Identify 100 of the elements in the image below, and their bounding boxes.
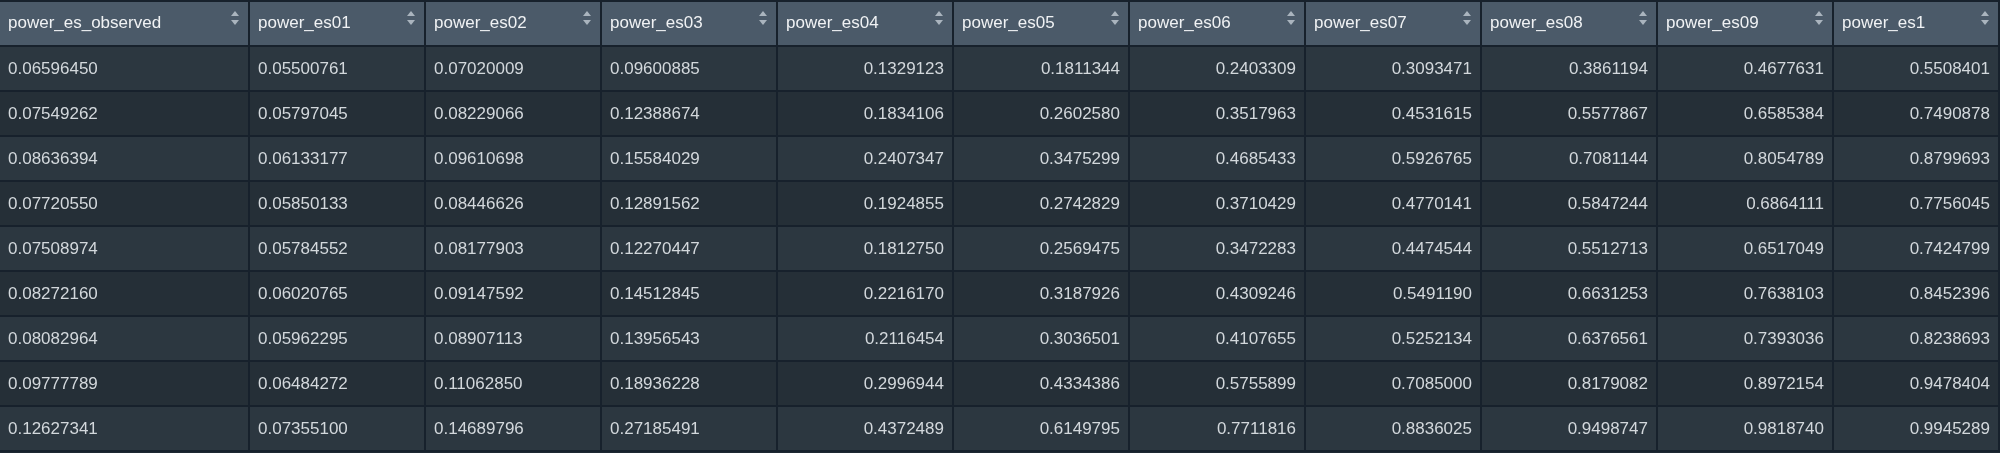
table-cell: 0.07720550: [0, 182, 250, 227]
table-cell: 0.12388674: [602, 92, 778, 137]
table-cell: 0.08082964: [0, 317, 250, 362]
table-cell: 0.4372489: [778, 407, 954, 452]
table-cell: 0.3036501: [954, 317, 1130, 362]
table-cell: 0.5512713: [1482, 227, 1658, 272]
table-cell: 0.2742829: [954, 182, 1130, 227]
table-cell: 0.2602580: [954, 92, 1130, 137]
table-cell: 0.4531615: [1306, 92, 1482, 137]
table-cell: 0.5508401: [1834, 47, 2000, 92]
table-cell: 0.14512845: [602, 272, 778, 317]
table-cell: 0.06596450: [0, 47, 250, 92]
table-cell: 0.12891562: [602, 182, 778, 227]
table-cell: 0.05850133: [250, 182, 426, 227]
table-cell: 0.5926765: [1306, 137, 1482, 182]
table-cell: 0.05962295: [250, 317, 426, 362]
table-cell: 0.3517963: [1130, 92, 1306, 137]
table-cell: 0.2116454: [778, 317, 954, 362]
sort-icon: [230, 10, 240, 26]
column-header[interactable]: power_es02: [426, 0, 602, 47]
table-cell: 0.9478404: [1834, 362, 2000, 407]
table-cell: 0.07020009: [426, 47, 602, 92]
table-cell: 0.1329123: [778, 47, 954, 92]
table-cell: 0.4677631: [1658, 47, 1834, 92]
table-cell: 0.7638103: [1658, 272, 1834, 317]
table-cell: 0.8179082: [1482, 362, 1658, 407]
column-header[interactable]: power_es07: [1306, 0, 1482, 47]
sort-icon: [1814, 10, 1824, 26]
table-cell: 0.07508974: [0, 227, 250, 272]
column-header[interactable]: power_es03: [602, 0, 778, 47]
table-cell: 0.9818740: [1658, 407, 1834, 452]
table-cell: 0.09147592: [426, 272, 602, 317]
table-cell: 0.3710429: [1130, 182, 1306, 227]
sort-icon: [1110, 10, 1120, 26]
table-cell: 0.7424799: [1834, 227, 2000, 272]
table-cell: 0.3861194: [1482, 47, 1658, 92]
table-cell: 0.7081144: [1482, 137, 1658, 182]
table-cell: 0.7756045: [1834, 182, 2000, 227]
table-cell: 0.09600885: [602, 47, 778, 92]
table-cell: 0.4309246: [1130, 272, 1306, 317]
column-header[interactable]: power_es06: [1130, 0, 1306, 47]
table-cell: 0.4685433: [1130, 137, 1306, 182]
table-cell: 0.5847244: [1482, 182, 1658, 227]
table-cell: 0.1812750: [778, 227, 954, 272]
table-cell: 0.6631253: [1482, 272, 1658, 317]
table-cell: 0.08229066: [426, 92, 602, 137]
column-header[interactable]: power_es_observed: [0, 0, 250, 47]
table-cell: 0.27185491: [602, 407, 778, 452]
sort-icon: [934, 10, 944, 26]
table-cell: 0.9498747: [1482, 407, 1658, 452]
table-cell: 0.4107655: [1130, 317, 1306, 362]
table-cell: 0.7490878: [1834, 92, 2000, 137]
table-cell: 0.08907113: [426, 317, 602, 362]
sort-icon: [582, 10, 592, 26]
sort-icon: [1286, 10, 1296, 26]
table-cell: 0.12270447: [602, 227, 778, 272]
table-cell: 0.5577867: [1482, 92, 1658, 137]
table-cell: 0.15584029: [602, 137, 778, 182]
table-cell: 0.8836025: [1306, 407, 1482, 452]
column-header[interactable]: power_es09: [1658, 0, 1834, 47]
table-cell: 0.05500761: [250, 47, 426, 92]
column-header[interactable]: power_es01: [250, 0, 426, 47]
table-cell: 0.1924855: [778, 182, 954, 227]
table-cell: 0.09610698: [426, 137, 602, 182]
table-cell: 0.05797045: [250, 92, 426, 137]
table-cell: 0.6864111: [1658, 182, 1834, 227]
column-header[interactable]: power_es05: [954, 0, 1130, 47]
sort-icon: [1638, 10, 1648, 26]
table-cell: 0.1834106: [778, 92, 954, 137]
table-cell: 0.8799693: [1834, 137, 2000, 182]
column-header[interactable]: power_es04: [778, 0, 954, 47]
table-cell: 0.7711816: [1130, 407, 1306, 452]
table-cell: 0.4334386: [954, 362, 1130, 407]
table-cell: 0.8452396: [1834, 272, 2000, 317]
column-header[interactable]: power_es1: [1834, 0, 2000, 47]
table-cell: 0.14689796: [426, 407, 602, 452]
table-cell: 0.13956543: [602, 317, 778, 362]
table-cell: 0.8238693: [1834, 317, 2000, 362]
table-cell: 0.4474544: [1306, 227, 1482, 272]
table-cell: 0.05784552: [250, 227, 426, 272]
table-cell: 0.3187926: [954, 272, 1130, 317]
table-cell: 0.8972154: [1658, 362, 1834, 407]
column-header[interactable]: power_es08: [1482, 0, 1658, 47]
table-cell: 0.6585384: [1658, 92, 1834, 137]
table-cell: 0.08636394: [0, 137, 250, 182]
table-cell: 0.6376561: [1482, 317, 1658, 362]
table-cell: 0.3472283: [1130, 227, 1306, 272]
table-cell: 0.6517049: [1658, 227, 1834, 272]
sort-icon: [406, 10, 416, 26]
table-cell: 0.3475299: [954, 137, 1130, 182]
table-cell: 0.09777789: [0, 362, 250, 407]
table-cell: 0.06020765: [250, 272, 426, 317]
table-cell: 0.5755899: [1130, 362, 1306, 407]
table-cell: 0.12627341: [0, 407, 250, 452]
table-cell: 0.08177903: [426, 227, 602, 272]
table-cell: 0.06133177: [250, 137, 426, 182]
sort-icon: [1980, 10, 1990, 26]
table-cell: 0.4770141: [1306, 182, 1482, 227]
sort-icon: [1462, 10, 1472, 26]
table-cell: 0.11062850: [426, 362, 602, 407]
